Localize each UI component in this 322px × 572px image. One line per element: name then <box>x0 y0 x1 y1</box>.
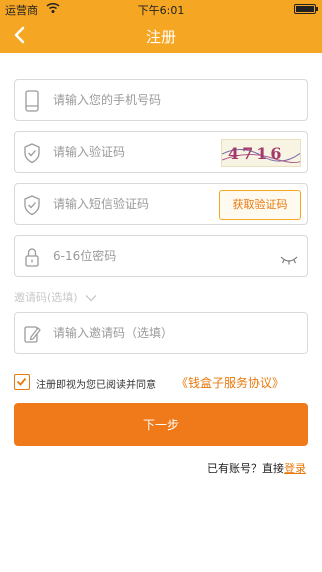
agreement-text: 注册即视为您已阅读并同意 <box>36 380 156 391</box>
status-time: 下午6:01 <box>137 4 185 17</box>
page-title: 注册 <box>145 28 176 46</box>
battery-icon <box>294 4 318 14</box>
shield-icon <box>23 142 41 164</box>
agreement-checkbox[interactable] <box>14 374 30 390</box>
checkmark-icon <box>16 377 27 386</box>
password-input[interactable] <box>53 246 213 266</box>
chevron-down-icon <box>85 292 97 305</box>
login-link[interactable]: 登录 <box>284 462 306 475</box>
login-prompt-text: 已有账号？直接 <box>207 462 284 475</box>
nav-bar: 注册 <box>0 18 322 53</box>
service-agreement-link[interactable]: 《钱盒子服务协议》 <box>176 374 284 391</box>
status-bar: 运营商 下午6:01 <box>0 0 322 18</box>
shield-icon <box>23 194 41 216</box>
invite-code-toggle[interactable]: 邀请码(选填) <box>14 289 97 305</box>
invite-code-input[interactable] <box>53 323 213 343</box>
captcha-image[interactable]: 4716 <box>221 139 301 167</box>
password-field[interactable] <box>14 235 308 277</box>
phone-input[interactable] <box>53 90 213 110</box>
get-sms-code-button[interactable]: 获取验证码 <box>219 190 301 220</box>
sms-code-input[interactable] <box>53 194 213 214</box>
next-step-button[interactable]: 下一步 <box>14 403 308 446</box>
login-prompt: 已有账号？直接登录 <box>207 460 306 476</box>
lock-icon <box>23 246 41 268</box>
sms-code-field[interactable]: 获取验证码 <box>14 183 308 225</box>
invite-code-toggle-label: 邀请码(选填) <box>14 291 78 304</box>
edit-icon <box>23 323 41 345</box>
captcha-field[interactable]: 4716 <box>14 131 308 173</box>
captcha-code: 4716 <box>228 144 285 163</box>
phone-icon <box>23 90 41 112</box>
invite-code-field[interactable] <box>14 312 308 354</box>
eye-closed-icon[interactable] <box>279 251 299 265</box>
phone-field[interactable] <box>14 79 308 121</box>
agreement-row: 注册即视为您已阅读并同意 《钱盒子服务协议》 <box>14 374 314 392</box>
captcha-input[interactable] <box>53 142 213 162</box>
